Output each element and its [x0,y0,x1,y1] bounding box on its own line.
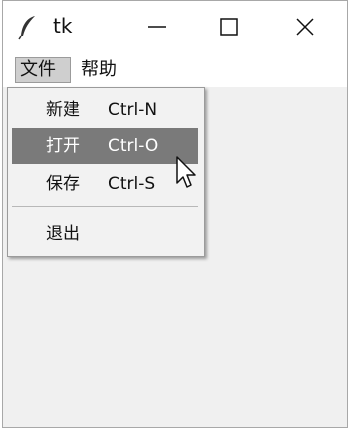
minimize-button[interactable] [127,1,187,53]
menu-item-new[interactable]: 新建 Ctrl-N [12,92,198,128]
maximize-icon [220,18,238,36]
close-button[interactable] [275,1,335,53]
menu-item-save[interactable]: 保存 Ctrl-S [12,166,198,202]
menu-item-exit[interactable]: 退出 [12,216,198,252]
close-icon [296,18,314,36]
feather-icon [18,16,35,40]
menu-item-accelerator: Ctrl-O [108,136,159,156]
menu-item-accelerator: Ctrl-S [108,174,156,194]
menu-file[interactable]: 文件 [15,57,71,83]
window-title: tk [53,14,73,38]
app-window: tk 文件 帮助 新建 Ctrl-N 打开 Ctrl-O 保存 Ctrl-S 退… [2,0,348,428]
menu-item-label: 保存 [46,174,80,194]
menu-item-label: 打开 [46,136,80,156]
menu-separator [12,206,198,207]
menu-bar: 文件 帮助 [3,53,347,87]
menu-item-label: 退出 [46,224,80,244]
minimize-icon [148,26,166,28]
title-bar[interactable]: tk [3,1,347,53]
menu-item-label: 新建 [46,100,80,120]
pointer-cursor-icon [176,156,196,188]
menu-item-open[interactable]: 打开 Ctrl-O [12,128,198,164]
menu-help[interactable]: 帮助 [77,57,121,83]
maximize-button[interactable] [199,1,259,53]
menu-item-accelerator: Ctrl-N [108,100,158,120]
